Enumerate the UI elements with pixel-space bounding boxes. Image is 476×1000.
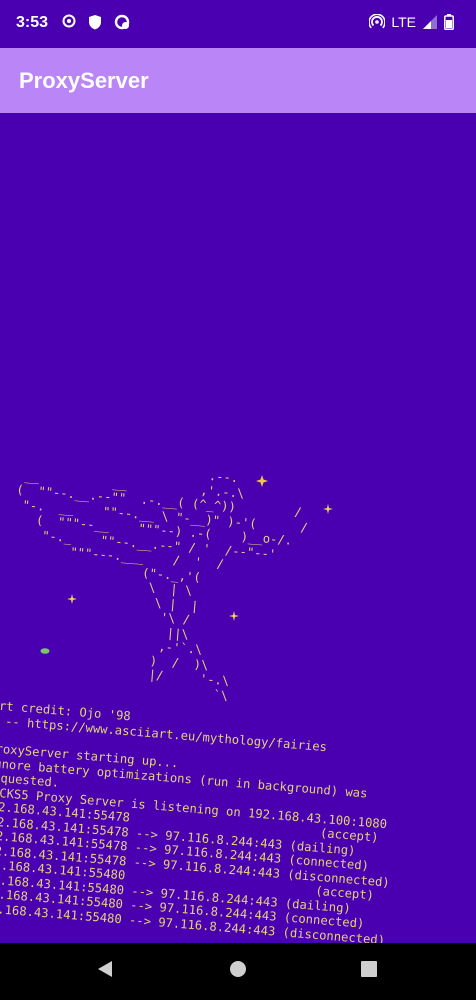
status-icons-left bbox=[62, 14, 130, 30]
record-icon bbox=[62, 14, 78, 30]
hotspot-icon bbox=[368, 13, 387, 30]
home-icon bbox=[229, 960, 247, 983]
status-icons-right: LTE bbox=[368, 13, 460, 30]
status-time: 3:53 bbox=[16, 14, 49, 31]
battery-icon bbox=[444, 14, 460, 30]
data-saver-icon bbox=[114, 14, 130, 30]
app-bar: ProxyServer bbox=[0, 48, 476, 113]
status-bar: 3:53 LTE bbox=[0, 0, 476, 48]
home-button[interactable] bbox=[208, 943, 268, 1000]
console-output[interactable]: .--. __ __ ,'.-.\ ( ""--.__.--"" .-.__( … bbox=[0, 113, 476, 943]
navigation-bar bbox=[0, 943, 476, 1000]
back-icon bbox=[96, 959, 114, 984]
console-text: .--. __ __ ,'.-.\ ( ""--.__.--"" .-.__( … bbox=[0, 453, 451, 943]
app-title: ProxyServer bbox=[19, 68, 149, 93]
ascii-art: .--. __ __ ,'.-.\ ( ""--.__.--"" .-.__( … bbox=[0, 453, 309, 703]
log-list: ProxyServer starting up... ignore batter… bbox=[0, 741, 427, 943]
recents-button[interactable] bbox=[339, 943, 399, 1000]
signal-icon bbox=[422, 14, 438, 30]
network-type: LTE bbox=[391, 14, 416, 30]
back-button[interactable] bbox=[75, 943, 135, 1000]
shield-icon bbox=[88, 14, 104, 30]
recents-icon bbox=[360, 960, 378, 983]
